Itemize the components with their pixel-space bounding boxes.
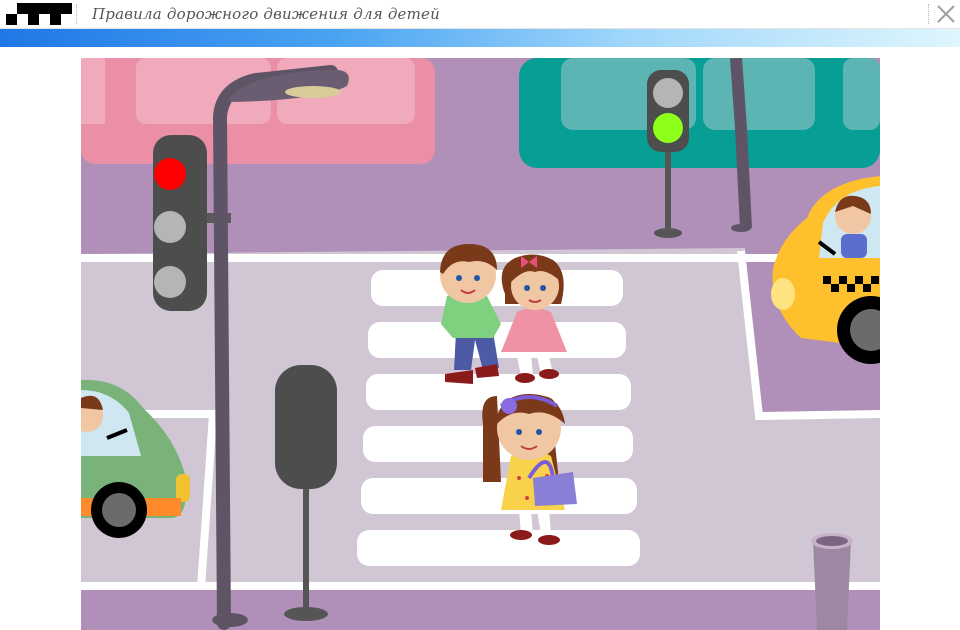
title-bar: Правила дорожного движения для детей (0, 0, 960, 29)
checkered-flag-icon (6, 3, 72, 25)
close-icon[interactable] (934, 3, 958, 25)
close-divider (928, 4, 929, 24)
trash-bin (811, 533, 853, 630)
teal-building (519, 58, 880, 168)
accent-bar (0, 29, 960, 47)
crossing-illustration (81, 58, 880, 630)
illustration-stage (81, 58, 880, 630)
title-divider (76, 4, 77, 24)
window-title: Правила дорожного движения для детей (92, 5, 440, 23)
